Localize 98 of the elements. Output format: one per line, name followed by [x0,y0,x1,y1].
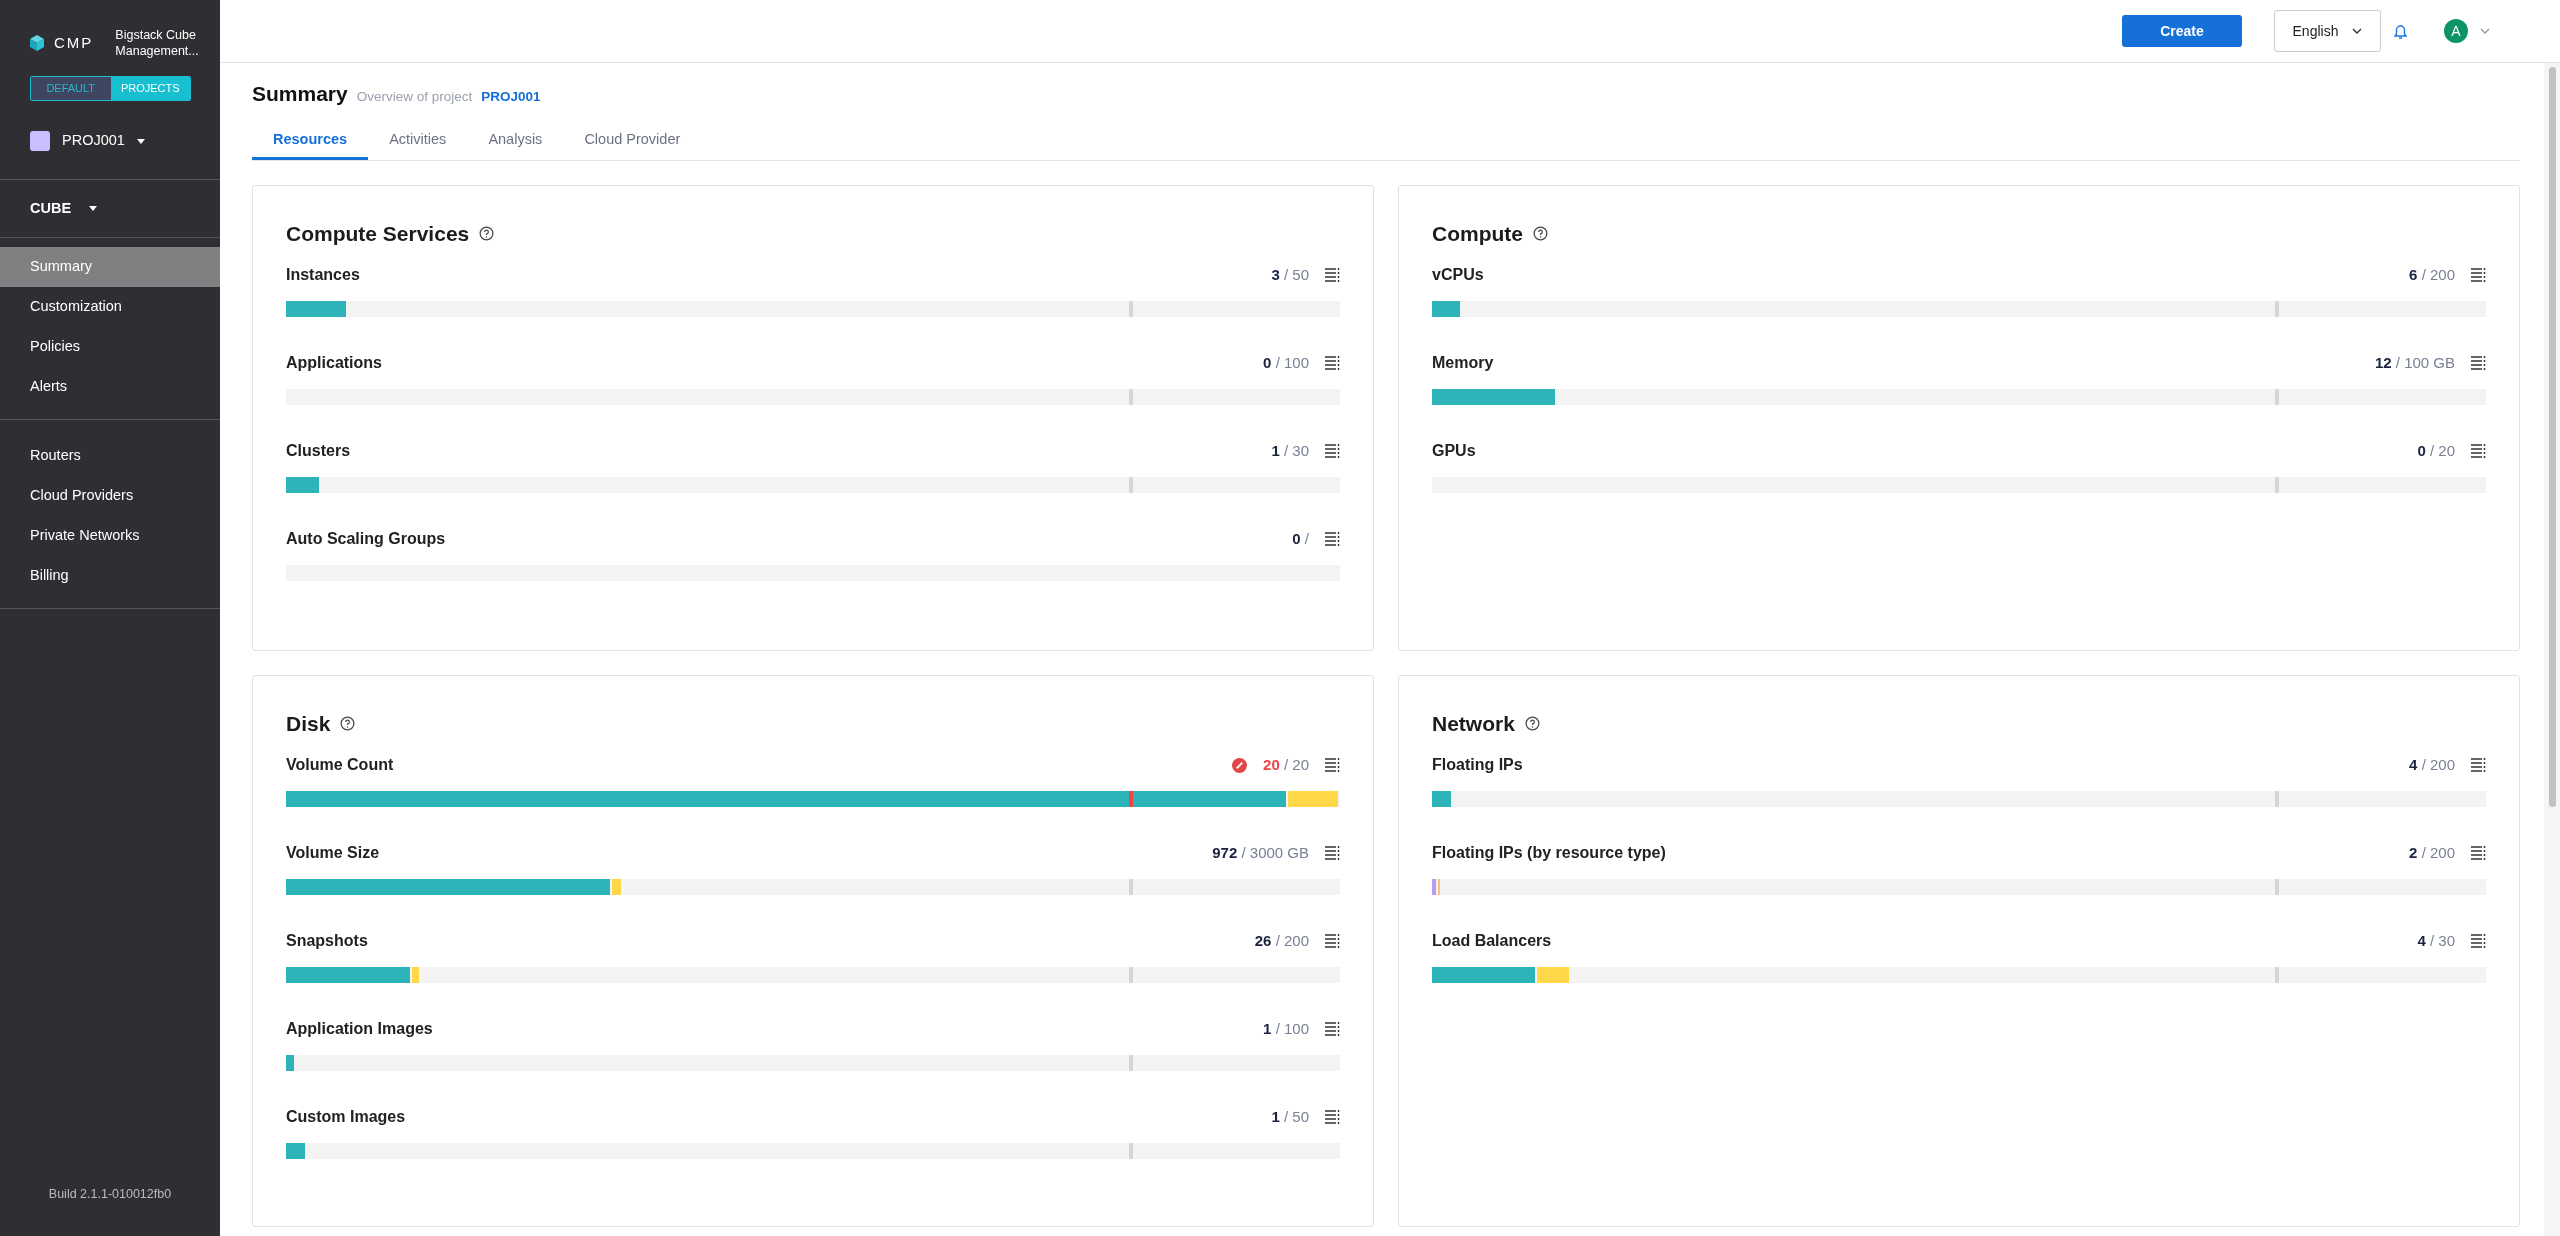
meter-label: Memory [1432,353,1494,373]
used-count: 1 [1263,1019,1272,1037]
quota-limit: / 200 [2421,843,2455,861]
meter-label: Snapshots [286,931,368,951]
meter-label: Instances [286,265,360,285]
card-title: Disk [286,710,331,737]
caret-icon [136,138,145,144]
nav-item[interactable]: Routers [0,436,220,476]
help-icon[interactable] [479,225,495,241]
quota-limit: / 30 [1283,441,1309,459]
used-count: 0 [1292,529,1301,547]
meter-label: Applications [286,353,382,373]
meter-label: Volume Size [286,843,380,863]
used-count: 3 [1271,265,1280,283]
quota-limit: / 50 [1283,265,1309,283]
tab[interactable]: Activities [368,123,468,160]
list-icon[interactable] [2471,444,2486,458]
used-count: 1 [1271,1107,1280,1125]
used-count: 0 [2417,441,2426,459]
list-icon[interactable] [1325,1022,1340,1036]
user-avatar[interactable]: A [2444,19,2468,43]
meter-label: GPUs [1432,441,1476,461]
quota-limit: / [1304,529,1309,547]
meter-label: vCPUs [1432,265,1484,285]
list-icon[interactable] [1325,532,1340,546]
help-icon[interactable] [1524,715,1540,731]
meter-label: Auto Scaling Groups [286,529,446,549]
quota-limit: / 20 [1283,755,1309,773]
tab[interactable]: Analysis [467,123,564,160]
meter-label: Clusters [286,441,351,461]
nav-item[interactable]: Summary [0,247,220,287]
used-count: 4 [2417,931,2426,949]
list-icon[interactable] [2471,356,2486,370]
list-icon[interactable] [1325,356,1340,370]
list-icon[interactable] [1325,846,1340,860]
nav-item[interactable]: Customization [0,287,220,327]
section-dropdown[interactable]: CUBE [0,180,220,237]
nav-item[interactable]: Billing [0,556,220,596]
quota-limit: / 100 [1275,353,1309,371]
language-dropdown[interactable]: English [2274,10,2381,52]
used-count: 4 [2409,755,2418,773]
logo-text: CMP [54,32,94,53]
nav-item[interactable]: Alerts [0,367,220,407]
used-count: 1 [1271,441,1280,459]
list-icon[interactable] [1325,934,1340,948]
meter-label: Floating IPs (by resource type) [1432,843,1666,863]
quota-limit: / 100 [1275,1019,1309,1037]
meter-label: Load Balancers [1432,931,1552,951]
card-title: Network [1432,710,1515,737]
list-icon[interactable] [1325,1110,1340,1124]
project-link[interactable]: PROJ001 [481,87,541,108]
help-icon[interactable] [340,715,356,731]
quota-limit: / 200 [2421,265,2455,283]
used-count: 6 [2409,265,2418,283]
caret-icon [89,206,98,211]
help-icon[interactable] [1533,225,1548,241]
build-version: Build 2.1.1-010012fb0 [47,1186,173,1204]
meter-label: Custom Images [286,1107,406,1127]
tab[interactable]: Resources [252,123,369,160]
quota-limit: / 200 [2421,755,2455,773]
chevron-down-icon [2352,28,2363,34]
used-count: 2 [2409,843,2418,861]
card-title: Compute Services [286,220,470,247]
quota-limit: / 20 [2429,441,2455,459]
nav-item[interactable]: Policies [0,327,220,367]
used-count: 12 [2374,353,2392,371]
list-icon[interactable] [1325,268,1340,282]
card-title: Compute [1432,220,1523,247]
page-title: Summary [252,81,348,107]
meter-label: Volume Count [286,755,394,775]
cube-logo-icon [28,34,46,52]
used-count: 20 [1263,755,1280,773]
used-count: 26 [1254,931,1272,949]
used-count: 972 [1212,843,1238,861]
meter-label: Application Images [286,1019,433,1039]
project-selector[interactable]: PROJ001 [30,129,190,153]
quota-limit: / 50 [1283,1107,1309,1125]
quota-limit: / 30 [2429,931,2455,949]
quota-limit: / 200 [1275,931,1309,949]
used-count: 0 [1263,353,1272,371]
bell-icon[interactable] [2393,22,2408,40]
tab[interactable]: Cloud Provider [563,123,702,160]
meter-label: Floating IPs [1432,755,1523,775]
list-icon[interactable] [1325,444,1340,458]
list-icon[interactable] [2471,846,2486,860]
list-icon[interactable] [2471,934,2486,948]
quota-limit: / 3000 GB [1241,843,1309,861]
list-icon[interactable] [1325,758,1340,772]
quota-limit: / 100 GB [2395,353,2455,371]
app-name: Bigstack Cube Management... [115,27,199,59]
nav-item[interactable]: Private Networks [0,516,220,556]
create-button[interactable]: Create [2122,15,2242,47]
list-icon[interactable] [2471,268,2486,282]
nav-item[interactable]: Cloud Providers [0,476,220,516]
list-icon[interactable] [2471,758,2486,772]
page-subtitle: Overview of project [356,88,473,106]
scope-toggle[interactable]: DEFAULT [31,77,111,100]
chevron-down-icon[interactable] [2480,28,2490,34]
